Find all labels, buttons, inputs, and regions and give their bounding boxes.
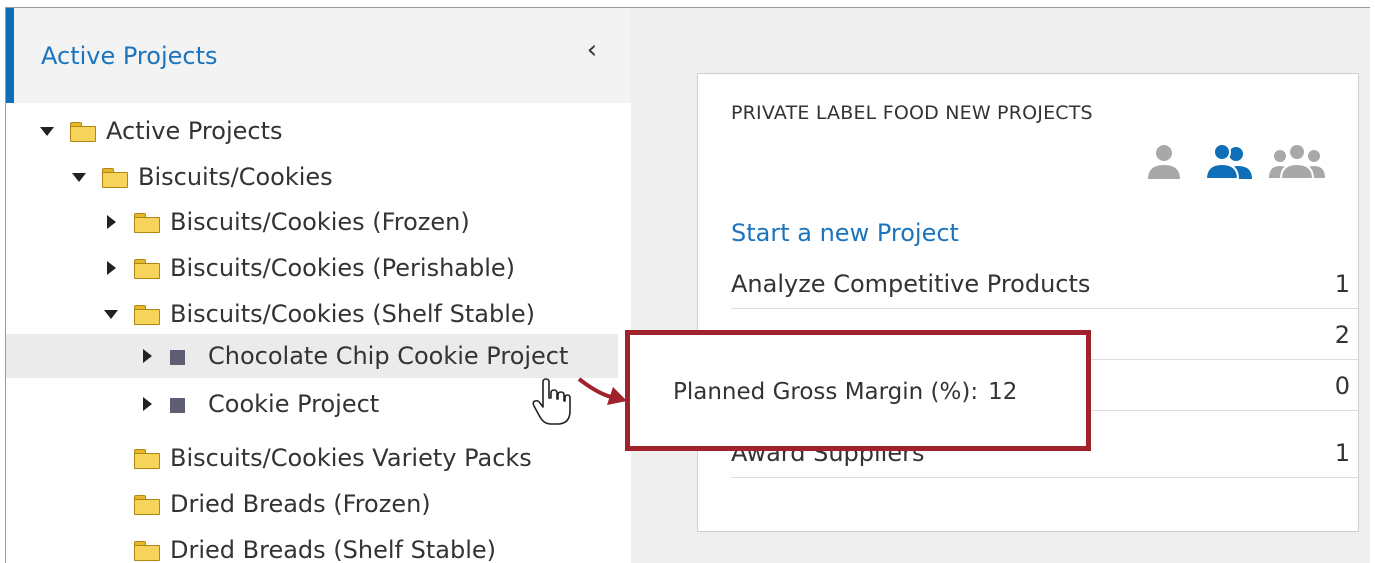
folder-icon xyxy=(134,495,160,515)
tree-item-label: Biscuits/Cookies (Shelf Stable) xyxy=(170,300,536,328)
planned-gross-margin-tooltip: Planned Gross Margin (%): 12 xyxy=(625,330,1091,451)
projects-card: PRIVATE LABEL FOOD NEW PROJECTS Start a … xyxy=(697,73,1359,532)
dashboard-area: PRIVATE LABEL FOOD NEW PROJECTS Start a … xyxy=(631,8,1370,563)
project-cube-icon xyxy=(170,346,192,366)
folder-icon xyxy=(134,213,160,233)
sidebar-title: Active Projects xyxy=(41,42,218,70)
task-label: Analyze Competitive Products xyxy=(731,269,1091,298)
caret-down-icon[interactable] xyxy=(72,170,86,184)
task-count: 0 xyxy=(1334,371,1350,400)
folder-icon xyxy=(134,449,160,469)
tree-item-biscuits-cookies-frozen[interactable]: Biscuits/Cookies (Frozen) xyxy=(104,200,470,244)
user-icon[interactable] xyxy=(1144,141,1184,183)
tree-item-label: Biscuits/Cookies xyxy=(138,163,333,191)
chevron-left-icon[interactable]: ‹ xyxy=(578,36,606,64)
caret-right-icon[interactable] xyxy=(140,349,154,363)
tree-item-label: Chocolate Chip Cookie Project xyxy=(208,342,569,370)
caret-down-icon[interactable] xyxy=(104,307,118,321)
tree-item-biscuits-cookies-perishable[interactable]: Biscuits/Cookies (Perishable) xyxy=(104,246,515,290)
users-icon[interactable] xyxy=(1204,141,1254,183)
tooltip-value: 12 xyxy=(988,379,1018,405)
project-tree-panel: Active Projects ‹ Active Projects Biscui… xyxy=(6,8,631,563)
group-icon[interactable] xyxy=(1268,141,1326,183)
caret-right-icon[interactable] xyxy=(104,215,118,229)
tree-item-dried-breads-frozen[interactable]: Dried Breads (Frozen) xyxy=(104,482,431,526)
sidebar-accent-bar xyxy=(6,8,14,103)
tree-item-label: Dried Breads (Shelf Stable) xyxy=(170,536,496,563)
tree-item-biscuits-cookies-variety-packs[interactable]: Biscuits/Cookies Variety Packs xyxy=(104,436,532,480)
tree-item-active-projects[interactable]: Active Projects xyxy=(40,109,282,153)
view-toggle-group xyxy=(1144,141,1326,183)
tree-item-chocolate-chip-cookie-project[interactable]: Chocolate Chip Cookie Project xyxy=(6,334,618,378)
tree-item-dried-breads-shelf-stable[interactable]: Dried Breads (Shelf Stable) xyxy=(104,528,496,563)
task-row[interactable]: Analyze Competitive Products 1 xyxy=(731,259,1358,309)
task-count: 2 xyxy=(1334,320,1350,349)
task-count: 1 xyxy=(1334,269,1350,298)
tree-item-biscuits-cookies-shelf-stable[interactable]: Biscuits/Cookies (Shelf Stable) xyxy=(104,292,535,336)
hand-pointer-icon xyxy=(532,378,571,425)
tooltip-label: Planned Gross Margin (%): xyxy=(673,379,979,405)
tree-item-label: Active Projects xyxy=(106,117,283,145)
tree-item-label: Cookie Project xyxy=(208,390,380,418)
tree-item-cookie-project[interactable]: Cookie Project xyxy=(140,382,379,426)
callout-arrow-icon xyxy=(577,377,627,405)
sidebar-header: Active Projects ‹ xyxy=(6,8,631,103)
caret-right-icon[interactable] xyxy=(140,397,154,411)
tree-item-label: Biscuits/Cookies (Perishable) xyxy=(170,254,516,282)
folder-icon xyxy=(134,259,160,279)
folder-icon xyxy=(102,168,128,188)
caret-down-icon[interactable] xyxy=(40,124,54,138)
tree-item-label: Biscuits/Cookies Variety Packs xyxy=(170,444,532,472)
task-count: 1 xyxy=(1334,438,1350,467)
project-cube-icon xyxy=(170,394,192,414)
tree-item-label: Biscuits/Cookies (Frozen) xyxy=(170,208,470,236)
tree-item-biscuits-cookies[interactable]: Biscuits/Cookies xyxy=(72,155,333,199)
app-frame: Active Projects ‹ Active Projects Biscui… xyxy=(5,7,1370,563)
tooltip-content: Planned Gross Margin (%): 12 xyxy=(673,379,1017,405)
card-title: PRIVATE LABEL FOOD NEW PROJECTS xyxy=(731,102,1093,124)
tree-item-label: Dried Breads (Frozen) xyxy=(170,490,431,518)
start-new-project-link[interactable]: Start a new Project xyxy=(731,219,959,247)
folder-icon xyxy=(70,122,96,142)
folder-icon xyxy=(134,305,160,325)
caret-right-icon[interactable] xyxy=(104,261,118,275)
folder-icon xyxy=(134,541,160,561)
